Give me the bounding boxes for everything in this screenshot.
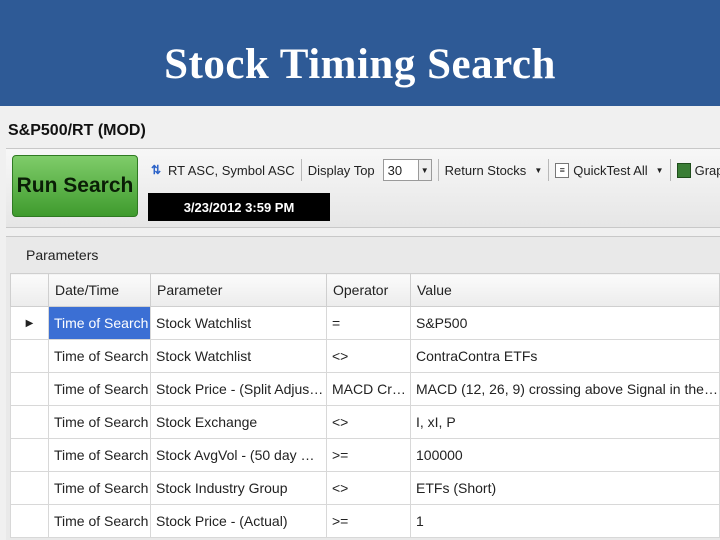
table-cell[interactable]: Stock Price - (Actual): [150, 504, 327, 538]
graph-label: Graph All: [694, 162, 720, 178]
table-cell[interactable]: Time of Search: [48, 306, 151, 340]
title-banner: Stock Timing Search: [0, 0, 720, 106]
table-row[interactable]: ▶ Time of Search Stock Watchlist = S&P50…: [10, 306, 720, 340]
table-cell[interactable]: MACD Cross...: [326, 372, 411, 406]
table-cell[interactable]: I, xI, P: [410, 405, 720, 439]
toolbar-separator: [437, 159, 439, 181]
sort-button[interactable]: ⇅ RT ASC, Symbol ASC: [148, 162, 295, 178]
current-row-indicator-icon: ▶: [10, 306, 49, 340]
table-cell[interactable]: 100000: [410, 438, 720, 472]
table-cell[interactable]: ContraContra ETFs: [410, 339, 720, 373]
table-cell[interactable]: <>: [326, 405, 411, 439]
table-cell[interactable]: Time of Search: [48, 438, 151, 472]
table-cell[interactable]: MACD (12, 26, 9) crossing above Signal i…: [410, 372, 720, 406]
search-timestamp: 3/23/2012 3:59 PM: [148, 193, 330, 221]
app-window: S&P500/RT (MOD) Run Search ⇅ RT ASC, Sym…: [0, 106, 720, 540]
run-search-button[interactable]: Run Search: [12, 155, 138, 217]
row-header: [10, 372, 49, 406]
table-cell[interactable]: Stock Watchlist: [150, 339, 327, 373]
slide-title: Stock Timing Search: [164, 41, 556, 88]
table-row[interactable]: Time of Search Stock Watchlist <> Contra…: [10, 339, 720, 373]
table-cell[interactable]: =: [326, 306, 411, 340]
graph-all-button[interactable]: Graph All ▼: [676, 162, 720, 178]
row-header: [10, 405, 49, 439]
table-cell[interactable]: Time of Search: [48, 405, 151, 439]
column-header[interactable]: Value: [410, 273, 720, 307]
display-top-combo[interactable]: 30 ▼: [382, 159, 432, 181]
table-cell[interactable]: 1: [410, 504, 720, 538]
table-cell[interactable]: Time of Search: [48, 471, 151, 505]
table-cell[interactable]: Stock Exchange: [150, 405, 327, 439]
sort-arrows-icon: ⇅: [150, 163, 162, 177]
return-stocks-button[interactable]: Return Stocks ▼: [445, 163, 543, 178]
row-header-corner: [10, 273, 49, 307]
column-header[interactable]: Operator: [326, 273, 411, 307]
chevron-down-icon[interactable]: ▼: [417, 160, 431, 180]
display-top-control: Display Top 30 ▼: [308, 159, 432, 181]
table-cell[interactable]: Time of Search: [48, 339, 151, 373]
table-cell[interactable]: S&P500: [410, 306, 720, 340]
toolbar-separator: [300, 159, 302, 181]
table-row[interactable]: Time of Search Stock Exchange <> I, xI, …: [10, 405, 720, 439]
table-cell[interactable]: Stock Price - (Split Adjusted): [150, 372, 327, 406]
chevron-down-icon: ▼: [655, 165, 664, 175]
table-row[interactable]: Time of Search Stock Industry Group <> E…: [10, 471, 720, 505]
toolbar-separator: [669, 159, 671, 181]
column-header[interactable]: Date/Time: [48, 273, 151, 307]
quicktest-all-button[interactable]: ≡ QuickTest All ▼: [555, 162, 664, 178]
sort-label: RT ASC, Symbol ASC: [168, 162, 295, 178]
table-row[interactable]: Time of Search Stock Price - (Actual) >=…: [10, 504, 720, 538]
column-header[interactable]: Parameter: [150, 273, 327, 307]
table-cell[interactable]: >=: [326, 438, 411, 472]
display-top-label: Display Top: [307, 162, 375, 178]
display-top-value: 30: [387, 162, 403, 178]
toolbar: Run Search ⇅ RT ASC, Symbol ASC Display …: [6, 148, 720, 228]
quicktest-label: QuickTest All: [573, 162, 648, 178]
return-stocks-label: Return Stocks: [444, 162, 527, 178]
parameters-panel: Parameters Date/Time Parameter Operator …: [6, 236, 720, 540]
row-header: [10, 438, 49, 472]
table-cell[interactable]: Stock AvgVol - (50 day moving ...: [150, 438, 327, 472]
grid-header-row: Date/Time Parameter Operator Value: [10, 273, 720, 307]
toolbar-row: ⇅ RT ASC, Symbol ASC Display Top 30 ▼ Re…: [148, 157, 720, 183]
list-icon: ≡: [555, 162, 570, 178]
graph-icon: [676, 162, 691, 178]
row-header: [10, 471, 49, 505]
table-cell[interactable]: Stock Industry Group: [150, 471, 327, 505]
row-header: [10, 504, 49, 538]
table-cell[interactable]: >=: [326, 504, 411, 538]
table-cell[interactable]: Time of Search: [48, 372, 151, 406]
parameters-header: Parameters: [26, 247, 99, 263]
table-cell[interactable]: Stock Watchlist: [150, 306, 327, 340]
table-cell[interactable]: <>: [326, 471, 411, 505]
toolbar-separator: [548, 159, 550, 181]
row-header: [10, 339, 49, 373]
table-cell[interactable]: Time of Search: [48, 504, 151, 538]
parameters-grid: Date/Time Parameter Operator Value ▶ Tim…: [10, 273, 720, 538]
chevron-down-icon: ▼: [534, 165, 543, 175]
table-row[interactable]: Time of Search Stock Price - (Split Adju…: [10, 372, 720, 406]
window-title: S&P500/RT (MOD): [8, 122, 146, 139]
table-row[interactable]: Time of Search Stock AvgVol - (50 day mo…: [10, 438, 720, 472]
table-cell[interactable]: ETFs (Short): [410, 471, 720, 505]
table-cell[interactable]: <>: [326, 339, 411, 373]
